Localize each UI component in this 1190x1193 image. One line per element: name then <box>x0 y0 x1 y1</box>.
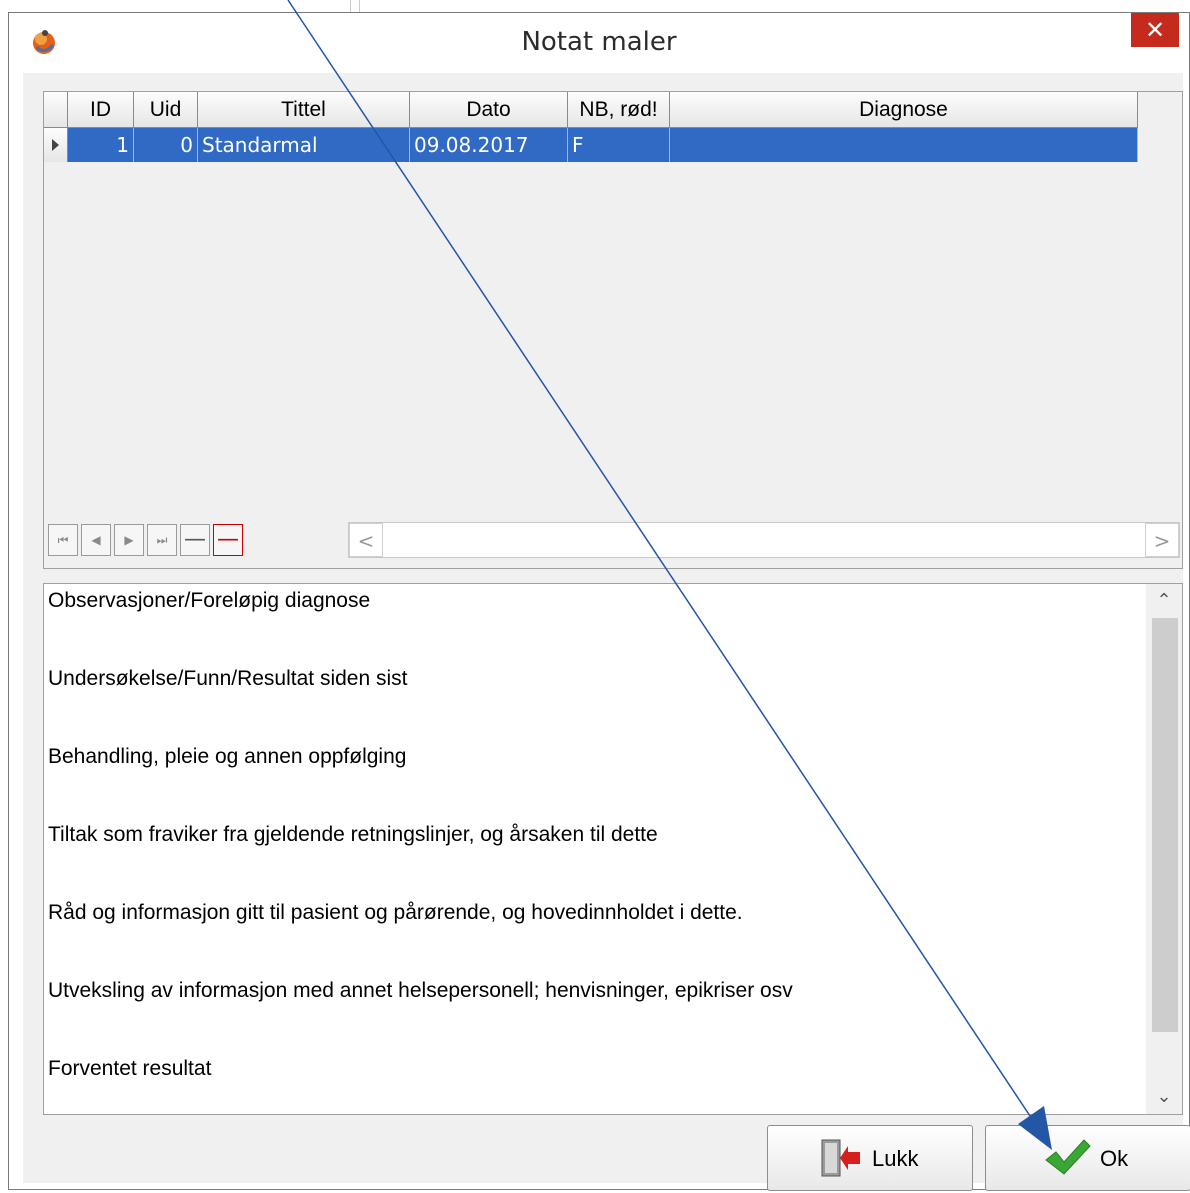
chevron-up-icon[interactable]: ⌃ <box>1146 584 1182 618</box>
column-header-id[interactable]: ID <box>68 92 134 128</box>
grid-navigator: ⏮ ◀ ▶ ⏭ — — <box>48 524 243 558</box>
next-record-button[interactable]: ▶ <box>114 524 144 556</box>
ok-button-label: Ok <box>1100 1146 1129 1171</box>
background-fragment <box>350 0 360 12</box>
cell-tittel[interactable]: Standarmal <box>198 128 410 162</box>
vertical-scrollbar[interactable]: ⌃ ⌄ <box>1146 584 1182 1114</box>
close-button[interactable]: Lukk <box>767 1125 973 1191</box>
checkmark-icon <box>1045 1139 1091 1175</box>
delete-record-button[interactable]: — <box>213 524 243 556</box>
exit-door-icon <box>821 1139 860 1177</box>
cancel-edit-button[interactable]: — <box>180 524 210 556</box>
horizontal-scrollbar[interactable]: < > <box>348 522 1180 558</box>
dialog-window: Notat maler ✕ ID Uid Tittel Dato NB, rød… <box>8 12 1190 1191</box>
close-icon[interactable]: ✕ <box>1131 13 1179 47</box>
cell-nb[interactable]: F <box>568 128 670 162</box>
chevron-down-icon[interactable]: ⌄ <box>1146 1080 1182 1114</box>
window-title: Notat maler <box>521 27 677 57</box>
template-line: Råd og informasjon gitt til pasient og p… <box>48 901 743 924</box>
cell-uid[interactable]: 0 <box>134 128 198 162</box>
template-line: Observasjoner/Foreløpig diagnose <box>48 589 371 612</box>
templates-grid[interactable]: ID Uid Tittel Dato NB, rød! Diagnose 1 0… <box>43 91 1183 569</box>
template-line: Undersøkelse/Funn/Resultat siden sist <box>48 667 408 690</box>
template-line: Utveksling av informasjon med annet hels… <box>48 979 793 1002</box>
cell-dato[interactable]: 09.08.2017 <box>410 128 568 162</box>
scroll-left-icon[interactable]: < <box>349 523 383 557</box>
ok-button[interactable]: Ok <box>985 1125 1190 1191</box>
template-text-content[interactable]: Observasjoner/Foreløpig diagnose Undersø… <box>48 588 1142 1114</box>
column-header-diagnose[interactable]: Diagnose <box>670 92 1138 128</box>
table-row[interactable]: 1 0 Standarmal 09.08.2017 F <box>44 128 1138 162</box>
column-header-tittel[interactable]: Tittel <box>198 92 410 128</box>
first-record-button[interactable]: ⏮ <box>48 524 78 556</box>
close-button-label: Lukk <box>872 1146 919 1171</box>
scroll-right-icon[interactable]: > <box>1145 523 1179 557</box>
dialog-body: ID Uid Tittel Dato NB, rød! Diagnose 1 0… <box>23 73 1190 1191</box>
column-header-uid[interactable]: Uid <box>134 92 198 128</box>
scrollbar-thumb[interactable] <box>1152 618 1178 1032</box>
title-bar: Notat maler ✕ <box>9 13 1189 73</box>
cell-diagnose[interactable] <box>670 128 1138 162</box>
template-line: Forventet resultat <box>48 1057 212 1080</box>
row-indicator-header <box>44 92 68 128</box>
grid-header: ID Uid Tittel Dato NB, rød! Diagnose <box>44 92 1138 128</box>
template-text-area[interactable]: Observasjoner/Foreløpig diagnose Undersø… <box>43 583 1183 1115</box>
column-header-nb[interactable]: NB, rød! <box>568 92 670 128</box>
cell-id[interactable]: 1 <box>68 128 134 162</box>
template-line: Tiltak som fraviker fra gjeldende retnin… <box>48 823 658 846</box>
row-indicator-icon <box>44 128 68 162</box>
template-line: Behandling, pleie og annen oppfølging <box>48 745 407 768</box>
column-header-dato[interactable]: Dato <box>410 92 568 128</box>
last-record-button[interactable]: ⏭ <box>147 524 177 556</box>
prev-record-button[interactable]: ◀ <box>81 524 111 556</box>
